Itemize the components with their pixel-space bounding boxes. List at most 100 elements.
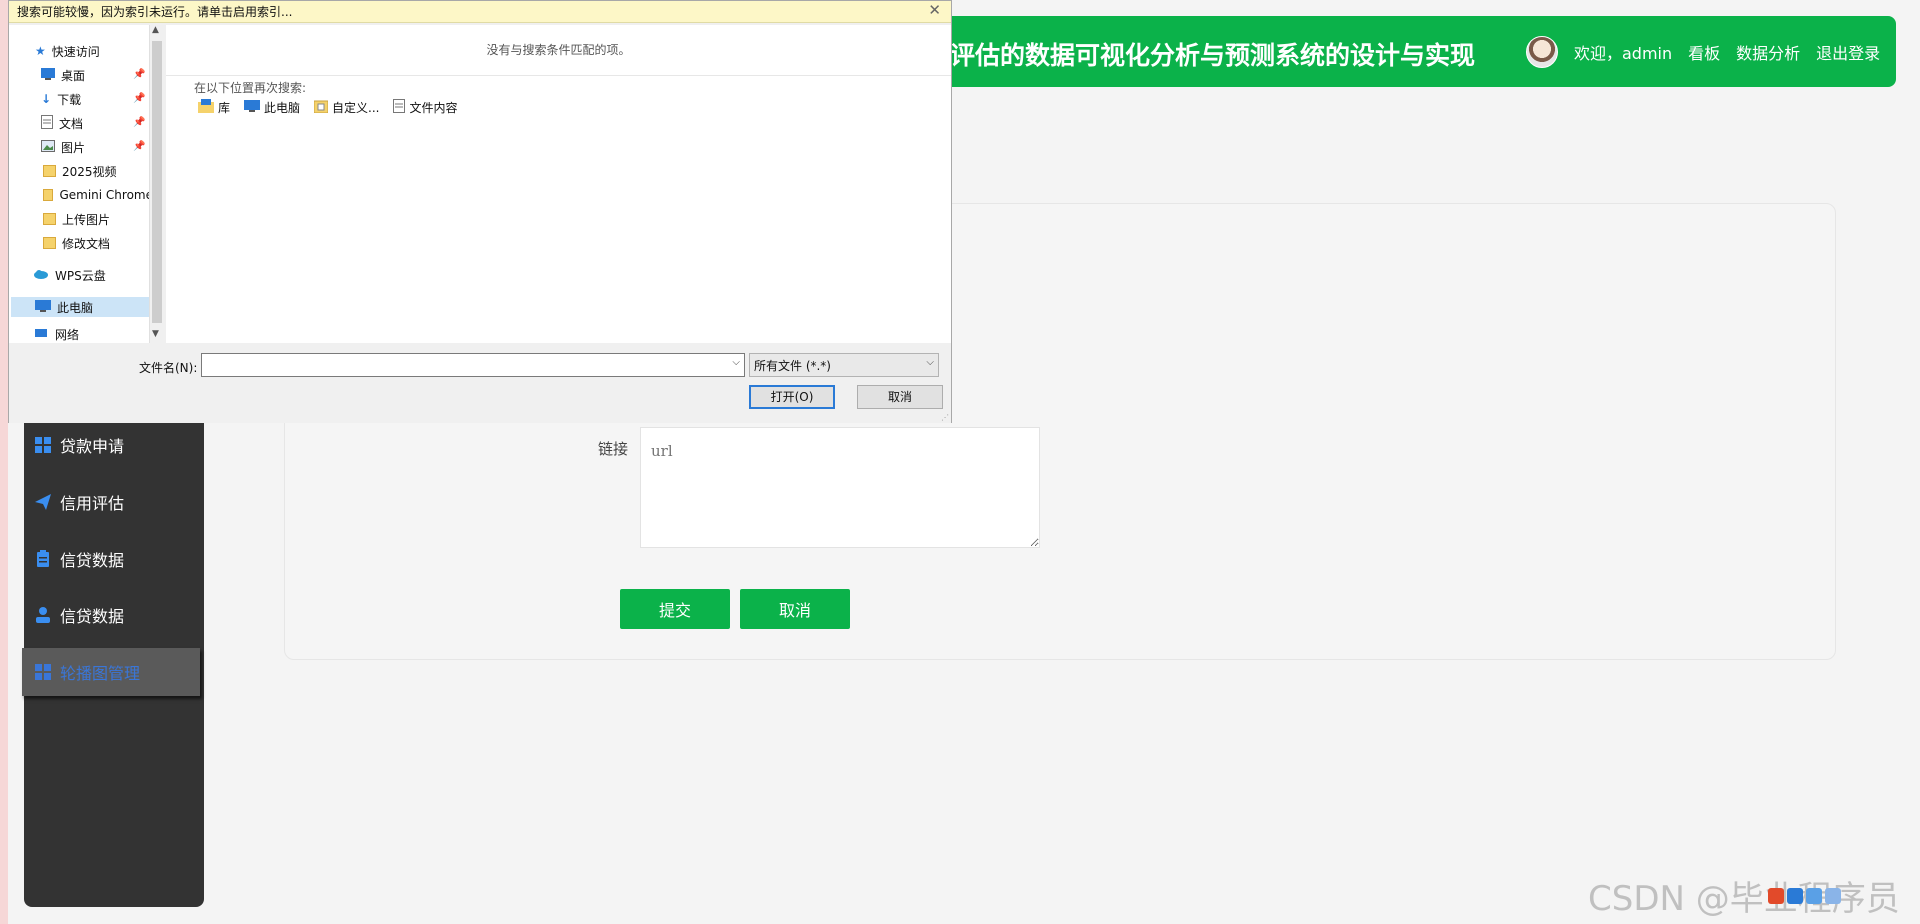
nav-folder-upload-images[interactable]: 上传图片 xyxy=(43,209,110,229)
sidebar-item-label: 信贷数据 xyxy=(60,607,125,626)
custom-folder-icon xyxy=(313,99,329,116)
nav-item-label: WPS云盘 xyxy=(55,268,106,283)
nav-link-dashboard[interactable]: 看板 xyxy=(1688,40,1720,64)
sidebar-item-label: 轮播图管理 xyxy=(60,664,141,683)
chevron-down-icon[interactable]: ⌵ xyxy=(926,357,934,368)
search-again-label: 在以下位置再次搜索: xyxy=(194,81,307,95)
dialog-footer: 文件名(N): ⌵ 所有文件 (*.*) ⌵ 打开(O) 取消 ⋰ xyxy=(9,343,951,423)
search-location-custom[interactable]: 自定义... xyxy=(313,99,380,116)
sidebar-item-carousel-management[interactable]: 轮播图管理 xyxy=(22,648,200,696)
tray-app-icon[interactable] xyxy=(1806,888,1822,904)
paper-plane-icon xyxy=(34,493,52,511)
nav-scrollbar[interactable]: ▲ ▼ xyxy=(149,25,163,343)
scrollbar-thumb[interactable] xyxy=(152,41,162,323)
nav-desktop[interactable]: 桌面 xyxy=(41,65,85,85)
nav-wps-cloud[interactable]: WPS云盘 xyxy=(33,265,106,285)
user-icon xyxy=(34,606,52,624)
nav-network[interactable]: 网络 xyxy=(33,327,79,341)
location-label: 文件内容 xyxy=(409,101,458,115)
open-button[interactable]: 打开(O) xyxy=(749,385,835,409)
location-label: 此电脑 xyxy=(264,101,301,115)
nav-folder-2025-video[interactable]: 2025视频 xyxy=(43,161,117,181)
desktop-icon xyxy=(41,67,55,83)
pin-icon: 📌 xyxy=(133,117,146,128)
folder-icon xyxy=(43,165,56,177)
page-title: 评估的数据可视化分析与预测系统的设计与实现 xyxy=(950,41,1476,70)
folder-icon xyxy=(43,189,54,201)
search-location-file-content[interactable]: 文件内容 xyxy=(393,99,458,116)
nav-downloads[interactable]: ↓ 下载 xyxy=(41,89,81,109)
file-content-icon xyxy=(393,99,406,116)
divider xyxy=(166,75,951,76)
grid-icon xyxy=(34,663,52,681)
scroll-up-icon[interactable]: ▲ xyxy=(152,25,159,35)
folder-icon xyxy=(43,213,56,225)
filename-label: 文件名(N): xyxy=(139,361,198,375)
link-label: 链接 xyxy=(598,440,629,458)
cancel-button[interactable]: 取消 xyxy=(740,589,850,629)
nav-quick-access[interactable]: ★ 快速访问 xyxy=(35,41,100,61)
dialog-cancel-button[interactable]: 取消 xyxy=(857,385,943,409)
location-label: 自定义... xyxy=(332,101,380,115)
nav-pictures[interactable]: 图片 xyxy=(41,137,85,157)
nav-item-label: 2025视频 xyxy=(62,164,117,179)
location-label: 库 xyxy=(218,101,231,115)
nav-folder-gemini-chrome[interactable]: Gemini Chrome xyxy=(43,185,153,205)
sidebar-item-label: 信贷数据 xyxy=(60,551,125,570)
window-edge xyxy=(0,0,8,924)
search-locations: 库 此电脑 自定义... 文件内容 xyxy=(198,99,458,116)
nav-link-logout[interactable]: 退出登录 xyxy=(1816,40,1880,64)
sidebar-item-credit-data[interactable]: 信贷数据 xyxy=(34,547,124,571)
nav-item-label: Gemini Chrome xyxy=(59,188,153,202)
filetype-select[interactable]: 所有文件 (*.*) ⌵ xyxy=(749,353,939,377)
tray-app-icon[interactable] xyxy=(1787,888,1803,904)
search-results-pane: 没有与搜索条件匹配的项。 在以下位置再次搜索: 库 此电脑 自定义... 文件内… xyxy=(166,25,951,343)
nav-this-pc[interactable]: 此电脑 xyxy=(11,297,155,317)
folder-icon xyxy=(43,237,56,249)
link-url-input[interactable] xyxy=(640,427,1040,548)
close-icon[interactable]: ✕ xyxy=(928,1,941,19)
computer-icon xyxy=(35,299,51,315)
sidebar-item-loan-application[interactable]: 贷款申请 xyxy=(34,433,124,457)
cloud-icon xyxy=(33,268,49,282)
computer-icon xyxy=(244,100,261,115)
resize-grip-icon[interactable]: ⋰ xyxy=(941,413,949,422)
no-match-message: 没有与搜索条件匹配的项。 xyxy=(486,43,631,57)
filename-input[interactable]: ⌵ xyxy=(201,353,745,377)
nav-item-label: 桌面 xyxy=(61,68,86,83)
chevron-down-icon[interactable]: ⌵ xyxy=(732,357,740,368)
nav-item-label: 修改文档 xyxy=(62,236,111,251)
nav-documents[interactable]: 文档 xyxy=(41,113,83,133)
sidebar-item-label: 贷款申请 xyxy=(60,437,125,456)
sidebar-item-credit-evaluation[interactable]: 信用评估 xyxy=(34,490,124,514)
scroll-down-icon[interactable]: ▼ xyxy=(152,329,159,339)
nav-item-label: 图片 xyxy=(61,140,86,155)
nav-item-label: 文档 xyxy=(59,116,84,131)
filetype-value: 所有文件 (*.*) xyxy=(754,359,831,373)
sidebar-item-label: 信用评估 xyxy=(60,494,125,513)
pin-icon: 📌 xyxy=(133,141,146,152)
user-area: 欢迎，admin 看板 数据分析 退出登录 xyxy=(1526,34,1880,70)
sidebar-item-credit-data-2[interactable]: 信贷数据 xyxy=(34,603,124,627)
search-location-library[interactable]: 库 xyxy=(198,99,230,116)
picture-icon xyxy=(41,139,55,155)
nav-link-data-analysis[interactable]: 数据分析 xyxy=(1736,40,1800,64)
welcome-text: 欢迎，admin xyxy=(1574,44,1673,63)
library-icon xyxy=(198,99,214,116)
ime-icon[interactable] xyxy=(1768,888,1784,904)
index-warning-banner[interactable]: 搜索可能较慢，因为索引未运行。请单击启用索引... ✕ xyxy=(9,1,951,23)
avatar[interactable] xyxy=(1526,36,1558,68)
pin-icon: 📌 xyxy=(133,69,146,80)
nav-item-label: 快速访问 xyxy=(51,44,100,59)
download-icon: ↓ xyxy=(41,92,52,106)
star-icon: ★ xyxy=(35,44,46,58)
search-location-this-pc[interactable]: 此电脑 xyxy=(244,99,300,116)
clipboard-icon xyxy=(34,550,52,568)
nav-folder-edit-docs[interactable]: 修改文档 xyxy=(43,233,110,253)
submit-button[interactable]: 提交 xyxy=(620,589,730,629)
tray-app-icon[interactable] xyxy=(1825,888,1841,904)
file-open-dialog: 搜索可能较慢，因为索引未运行。请单击启用索引... ✕ ★ 快速访问 桌面 📌 … xyxy=(8,0,952,423)
pin-icon: 📌 xyxy=(133,93,146,104)
nav-item-label: 上传图片 xyxy=(62,212,111,227)
document-icon xyxy=(41,114,53,132)
